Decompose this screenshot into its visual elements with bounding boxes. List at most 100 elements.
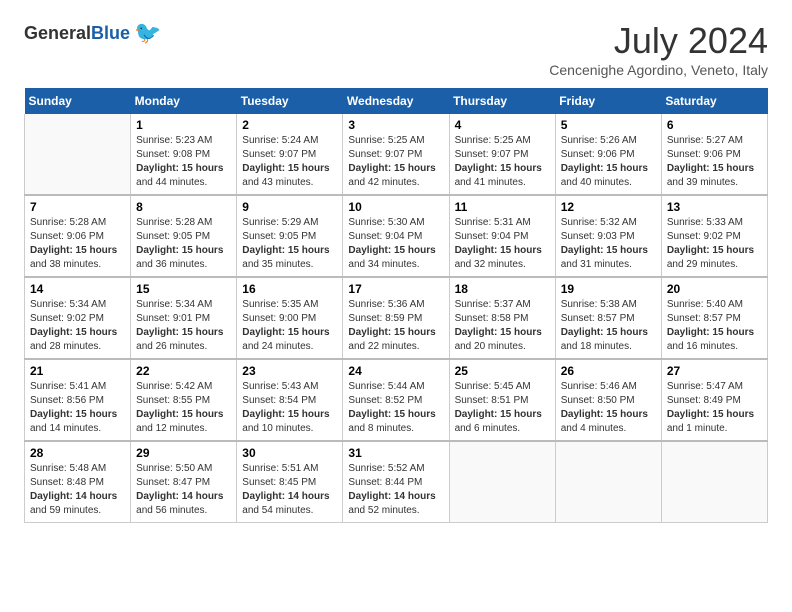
calendar-cell: 15 Sunrise: 5:34 AMSunset: 9:01 PMDayligh… [131, 277, 237, 359]
calendar-week-row: 28 Sunrise: 5:48 AMSunset: 8:48 PMDayligh… [25, 441, 768, 523]
day-info: Sunrise: 5:45 AMSunset: 8:51 PMDaylight:… [455, 380, 550, 436]
calendar-day-header: Wednesday [343, 88, 449, 114]
day-info: Sunrise: 5:29 AMSunset: 9:05 PMDaylight:… [242, 216, 337, 272]
day-info: Sunrise: 5:34 AMSunset: 9:02 PMDaylight:… [30, 298, 125, 354]
day-info: Sunrise: 5:37 AMSunset: 8:58 PMDaylight:… [455, 298, 550, 354]
calendar-cell: 7 Sunrise: 5:28 AMSunset: 9:06 PMDaylight… [25, 195, 131, 277]
day-number: 11 [455, 200, 550, 214]
logo-general: General [24, 23, 91, 43]
calendar-cell: 13Sunrise: 5:33 AMSunset: 9:02 PMDayligh… [661, 195, 767, 277]
day-info: Sunrise: 5:46 AMSunset: 8:50 PMDaylight:… [561, 380, 656, 436]
day-info: Sunrise: 5:28 AMSunset: 9:05 PMDaylight:… [136, 216, 231, 272]
header: GeneralBlue 🐦 July 2024 Cencenighe Agord… [24, 20, 768, 78]
calendar-day-header: Monday [131, 88, 237, 114]
day-info: Sunrise: 5:51 AMSunset: 8:45 PMDaylight:… [242, 462, 337, 518]
calendar-week-row: 21 Sunrise: 5:41 AMSunset: 8:56 PMDayligh… [25, 359, 768, 441]
day-number: 18 [455, 282, 550, 296]
calendar-cell: 3 Sunrise: 5:25 AMSunset: 9:07 PMDaylight… [343, 114, 449, 195]
day-info: Sunrise: 5:32 AMSunset: 9:03 PMDaylight:… [561, 216, 656, 272]
day-info: Sunrise: 5:25 AMSunset: 9:07 PMDaylight:… [455, 134, 550, 190]
day-info: Sunrise: 5:25 AMSunset: 9:07 PMDaylight:… [348, 134, 443, 190]
day-number: 25 [455, 364, 550, 378]
bird-icon: 🐦 [134, 20, 161, 46]
calendar-cell: 24 Sunrise: 5:44 AMSunset: 8:52 PMDayligh… [343, 359, 449, 441]
calendar-cell: 10Sunrise: 5:30 AMSunset: 9:04 PMDayligh… [343, 195, 449, 277]
day-info: Sunrise: 5:26 AMSunset: 9:06 PMDaylight:… [561, 134, 656, 190]
calendar-cell: 28 Sunrise: 5:48 AMSunset: 8:48 PMDayligh… [25, 441, 131, 523]
day-info: Sunrise: 5:48 AMSunset: 8:48 PMDaylight:… [30, 462, 125, 518]
day-number: 7 [30, 200, 125, 214]
calendar-day-header: Sunday [25, 88, 131, 114]
day-info: Sunrise: 5:24 AMSunset: 9:07 PMDaylight:… [242, 134, 337, 190]
location-subtitle: Cencenighe Agordino, Veneto, Italy [549, 62, 768, 78]
day-info: Sunrise: 5:35 AMSunset: 9:00 PMDaylight:… [242, 298, 337, 354]
month-year-title: July 2024 [549, 20, 768, 62]
title-area: July 2024 Cencenighe Agordino, Veneto, I… [549, 20, 768, 78]
day-number: 9 [242, 200, 337, 214]
day-number: 31 [348, 446, 443, 460]
day-number: 30 [242, 446, 337, 460]
calendar-cell [661, 441, 767, 523]
day-number: 14 [30, 282, 125, 296]
day-number: 15 [136, 282, 231, 296]
calendar-cell: 25 Sunrise: 5:45 AMSunset: 8:51 PMDayligh… [449, 359, 555, 441]
day-number: 21 [30, 364, 125, 378]
day-number: 6 [667, 118, 762, 132]
day-number: 28 [30, 446, 125, 460]
calendar-cell: 22 Sunrise: 5:42 AMSunset: 8:55 PMDayligh… [131, 359, 237, 441]
day-number: 2 [242, 118, 337, 132]
calendar-day-header: Tuesday [237, 88, 343, 114]
calendar-cell: 9 Sunrise: 5:29 AMSunset: 9:05 PMDaylight… [237, 195, 343, 277]
day-number: 24 [348, 364, 443, 378]
day-info: Sunrise: 5:36 AMSunset: 8:59 PMDaylight:… [348, 298, 443, 354]
day-number: 12 [561, 200, 656, 214]
day-info: Sunrise: 5:52 AMSunset: 8:44 PMDaylight:… [348, 462, 443, 518]
day-number: 17 [348, 282, 443, 296]
calendar-cell: 11 Sunrise: 5:31 AMSunset: 9:04 PMDayligh… [449, 195, 555, 277]
day-number: 3 [348, 118, 443, 132]
calendar-cell: 19 Sunrise: 5:38 AMSunset: 8:57 PMDayligh… [555, 277, 661, 359]
calendar-cell: 16 Sunrise: 5:35 AMSunset: 9:00 PMDayligh… [237, 277, 343, 359]
day-info: Sunrise: 5:31 AMSunset: 9:04 PMDaylight:… [455, 216, 550, 272]
day-info: Sunrise: 5:34 AMSunset: 9:01 PMDaylight:… [136, 298, 231, 354]
day-info: Sunrise: 5:50 AMSunset: 8:47 PMDaylight:… [136, 462, 231, 518]
day-number: 1 [136, 118, 231, 132]
day-info: Sunrise: 5:23 AMSunset: 9:08 PMDaylight:… [136, 134, 231, 190]
day-number: 5 [561, 118, 656, 132]
calendar-cell: 2 Sunrise: 5:24 AMSunset: 9:07 PMDaylight… [237, 114, 343, 195]
logo-text: GeneralBlue [24, 23, 130, 44]
day-number: 22 [136, 364, 231, 378]
day-info: Sunrise: 5:44 AMSunset: 8:52 PMDaylight:… [348, 380, 443, 436]
day-info: Sunrise: 5:38 AMSunset: 8:57 PMDaylight:… [561, 298, 656, 354]
calendar-cell: 12 Sunrise: 5:32 AMSunset: 9:03 PMDayligh… [555, 195, 661, 277]
day-number: 29 [136, 446, 231, 460]
day-info: Sunrise: 5:28 AMSunset: 9:06 PMDaylight:… [30, 216, 125, 272]
day-info: Sunrise: 5:42 AMSunset: 8:55 PMDaylight:… [136, 380, 231, 436]
calendar-cell: 4Sunrise: 5:25 AMSunset: 9:07 PMDaylight… [449, 114, 555, 195]
calendar-week-row: 14 Sunrise: 5:34 AMSunset: 9:02 PMDayligh… [25, 277, 768, 359]
calendar-cell: 27Sunrise: 5:47 AMSunset: 8:49 PMDayligh… [661, 359, 767, 441]
calendar-cell [449, 441, 555, 523]
day-number: 19 [561, 282, 656, 296]
calendar-cell [555, 441, 661, 523]
day-info: Sunrise: 5:40 AMSunset: 8:57 PMDaylight:… [667, 298, 762, 354]
calendar-cell: 20 Sunrise: 5:40 AMSunset: 8:57 PMDayligh… [661, 277, 767, 359]
day-number: 13 [667, 200, 762, 214]
calendar-table: SundayMondayTuesdayWednesdayThursdayFrid… [24, 88, 768, 523]
day-number: 26 [561, 364, 656, 378]
day-number: 20 [667, 282, 762, 296]
day-number: 27 [667, 364, 762, 378]
calendar-cell: 14 Sunrise: 5:34 AMSunset: 9:02 PMDayligh… [25, 277, 131, 359]
calendar-cell: 21 Sunrise: 5:41 AMSunset: 8:56 PMDayligh… [25, 359, 131, 441]
calendar-cell: 23Sunrise: 5:43 AMSunset: 8:54 PMDayligh… [237, 359, 343, 441]
day-number: 10 [348, 200, 443, 214]
calendar-week-row: 7 Sunrise: 5:28 AMSunset: 9:06 PMDaylight… [25, 195, 768, 277]
calendar-cell: 8Sunrise: 5:28 AMSunset: 9:05 PMDaylight… [131, 195, 237, 277]
logo: GeneralBlue 🐦 [24, 20, 161, 46]
day-number: 16 [242, 282, 337, 296]
day-info: Sunrise: 5:41 AMSunset: 8:56 PMDaylight:… [30, 380, 125, 436]
calendar-cell: 31 Sunrise: 5:52 AMSunset: 8:44 PMDayligh… [343, 441, 449, 523]
calendar-cell: 6Sunrise: 5:27 AMSunset: 9:06 PMDaylight… [661, 114, 767, 195]
calendar-cell: 30 Sunrise: 5:51 AMSunset: 8:45 PMDayligh… [237, 441, 343, 523]
calendar-cell: 18 Sunrise: 5:37 AMSunset: 8:58 PMDayligh… [449, 277, 555, 359]
